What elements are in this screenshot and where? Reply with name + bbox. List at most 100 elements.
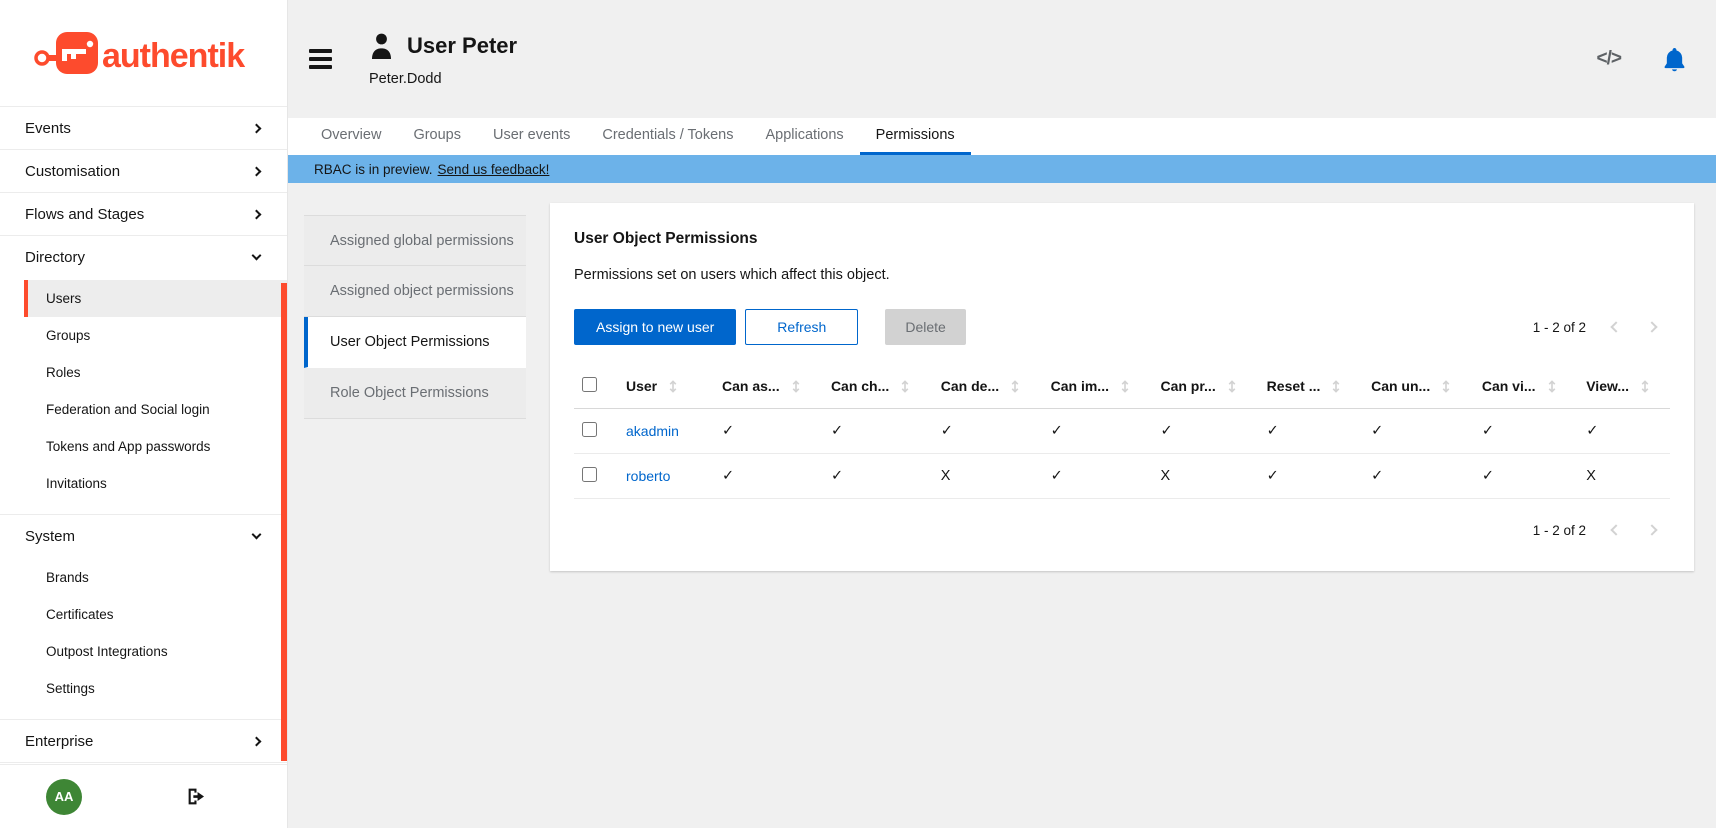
- column-header: Can de...: [941, 378, 999, 394]
- sign-out-icon[interactable]: [186, 786, 207, 807]
- sidebar-item-customisation[interactable]: Customisation: [0, 150, 287, 192]
- authentik-logo[interactable]: authentik: [0, 0, 287, 106]
- row-checkbox[interactable]: [582, 467, 597, 482]
- sort-icon[interactable]: [1332, 380, 1340, 393]
- select-all-checkbox[interactable]: [582, 377, 597, 392]
- tab-groups[interactable]: Groups: [397, 118, 477, 155]
- main-area: User Peter Peter.Dodd </> Overview Group…: [288, 0, 1716, 828]
- sidebar-item-outpost-integrations[interactable]: Outpost Integrations: [24, 633, 287, 670]
- sort-icon[interactable]: [901, 380, 909, 393]
- subtab-assigned-object-permissions[interactable]: Assigned object permissions: [304, 266, 526, 317]
- sidebar-item-invitations[interactable]: Invitations: [24, 465, 287, 502]
- sort-icon[interactable]: [1641, 380, 1649, 393]
- sidebar-item-label: Brands: [46, 570, 89, 585]
- subtab-user-object-permissions[interactable]: User Object Permissions: [304, 317, 526, 368]
- avatar[interactable]: AA: [46, 779, 82, 815]
- sidebar-item-label: Enterprise: [25, 733, 93, 750]
- refresh-button[interactable]: Refresh: [745, 309, 858, 345]
- title-block: User Peter Peter.Dodd: [369, 32, 517, 87]
- sidebar-item-brands[interactable]: Brands: [24, 559, 287, 596]
- feedback-link[interactable]: Send us feedback!: [438, 162, 550, 177]
- sidebar-item-roles[interactable]: Roles: [24, 354, 287, 391]
- user-link[interactable]: roberto: [626, 468, 670, 484]
- tab-user-events[interactable]: User events: [477, 118, 586, 155]
- banner-text: RBAC is in preview.: [314, 162, 433, 177]
- permission-subtabs: Assigned global permissions Assigned obj…: [304, 215, 526, 419]
- sidebar-item-groups[interactable]: Groups: [24, 317, 287, 354]
- permission-cell: ✓: [1363, 409, 1474, 454]
- sidebar-item-enterprise[interactable]: Enterprise: [0, 720, 287, 762]
- permission-cell: ✓: [1259, 454, 1363, 499]
- sidebar-item-label: System: [25, 528, 75, 545]
- sidebar: authentik Events Customisation Flows and…: [0, 0, 288, 828]
- pagination-next-button[interactable]: [1634, 312, 1670, 342]
- sidebar-item-label: Events: [25, 120, 71, 137]
- delete-button[interactable]: Delete: [885, 309, 965, 345]
- sidebar-item-events[interactable]: Events: [0, 107, 287, 149]
- permission-cell: X: [1578, 454, 1670, 499]
- sidebar-item-users[interactable]: Users: [24, 280, 287, 317]
- sidebar-nav: Events Customisation Flows and Stages Di…: [0, 106, 287, 764]
- pagination-prev-button[interactable]: [1598, 515, 1634, 545]
- sidebar-item-label: Federation and Social login: [46, 402, 210, 417]
- avatar-initials: AA: [55, 789, 74, 804]
- pagination-next-button[interactable]: [1634, 515, 1670, 545]
- sidebar-item-label: Outpost Integrations: [46, 644, 168, 659]
- pagination-prev-button[interactable]: [1598, 312, 1634, 342]
- page-header: User Peter Peter.Dodd </>: [288, 0, 1716, 118]
- sidebar-item-directory[interactable]: Directory: [0, 236, 287, 278]
- permission-cell: ✓: [1474, 409, 1578, 454]
- authentik-logo-icon: authentik: [34, 27, 284, 79]
- chevron-right-icon: [252, 123, 262, 133]
- sidebar-item-label: Roles: [46, 365, 81, 380]
- api-code-icon[interactable]: </>: [1597, 48, 1621, 70]
- tab-overview[interactable]: Overview: [305, 118, 397, 155]
- subtab-assigned-global-permissions[interactable]: Assigned global permissions: [304, 215, 526, 266]
- sidebar-item-label: Groups: [46, 328, 90, 343]
- assign-to-new-user-button[interactable]: Assign to new user: [574, 309, 736, 345]
- row-checkbox[interactable]: [582, 422, 597, 437]
- column-header: View...: [1586, 378, 1629, 394]
- sidebar-item-flows-and-stages[interactable]: Flows and Stages: [0, 193, 287, 235]
- permission-cell: ✓: [933, 409, 1043, 454]
- header-icons: </>: [1597, 47, 1686, 72]
- table-header-row: User Can as... Can ch... Can de... Can i…: [574, 367, 1670, 409]
- hamburger-menu-button[interactable]: [305, 45, 336, 73]
- column-header: Can im...: [1051, 378, 1109, 394]
- chevron-right-icon: [1646, 321, 1657, 332]
- panel-toolbar: Assign to new user Refresh Delete 1 - 2 …: [574, 309, 1670, 345]
- user-link[interactable]: akadmin: [626, 423, 679, 439]
- page-subtitle: Peter.Dodd: [369, 71, 517, 87]
- tab-permissions[interactable]: Permissions: [860, 118, 971, 155]
- sort-icon[interactable]: [669, 380, 677, 393]
- sidebar-item-label: Tokens and App passwords: [46, 439, 210, 454]
- sidebar-item-system[interactable]: System: [0, 515, 287, 557]
- tab-applications[interactable]: Applications: [749, 118, 859, 155]
- chevron-down-icon: [252, 530, 262, 540]
- permission-cell: ✓: [714, 409, 823, 454]
- chevron-right-icon: [252, 209, 262, 219]
- sidebar-item-federation-and-social-login[interactable]: Federation and Social login: [24, 391, 287, 428]
- tab-credentials-tokens[interactable]: Credentials / Tokens: [586, 118, 749, 155]
- permission-cell: X: [1152, 454, 1258, 499]
- chevron-right-icon: [252, 736, 262, 746]
- authentik-wordmark: authentik: [102, 37, 245, 75]
- sidebar-item-settings[interactable]: Settings: [24, 670, 287, 707]
- column-header: User: [626, 378, 657, 394]
- sort-icon[interactable]: [1548, 380, 1556, 393]
- sort-icon[interactable]: [792, 380, 800, 393]
- system-children: Brands Certificates Outpost Integrations…: [0, 557, 287, 719]
- sidebar-item-tokens-and-app-passwords[interactable]: Tokens and App passwords: [24, 428, 287, 465]
- subtab-role-object-permissions[interactable]: Role Object Permissions: [304, 368, 526, 419]
- sort-icon[interactable]: [1442, 380, 1450, 393]
- sort-icon[interactable]: [1228, 380, 1236, 393]
- sort-icon[interactable]: [1121, 380, 1129, 393]
- sidebar-item-certificates[interactable]: Certificates: [24, 596, 287, 633]
- content-area: Assigned global permissions Assigned obj…: [288, 183, 1716, 828]
- notifications-bell-icon[interactable]: [1663, 47, 1686, 72]
- permission-cell: ✓: [1259, 409, 1363, 454]
- sidebar-item-label: Customisation: [25, 163, 120, 180]
- sidebar-scrollbar-thumb[interactable]: [281, 283, 287, 761]
- sort-icon[interactable]: [1011, 380, 1019, 393]
- sidebar-item-label: Flows and Stages: [25, 206, 144, 223]
